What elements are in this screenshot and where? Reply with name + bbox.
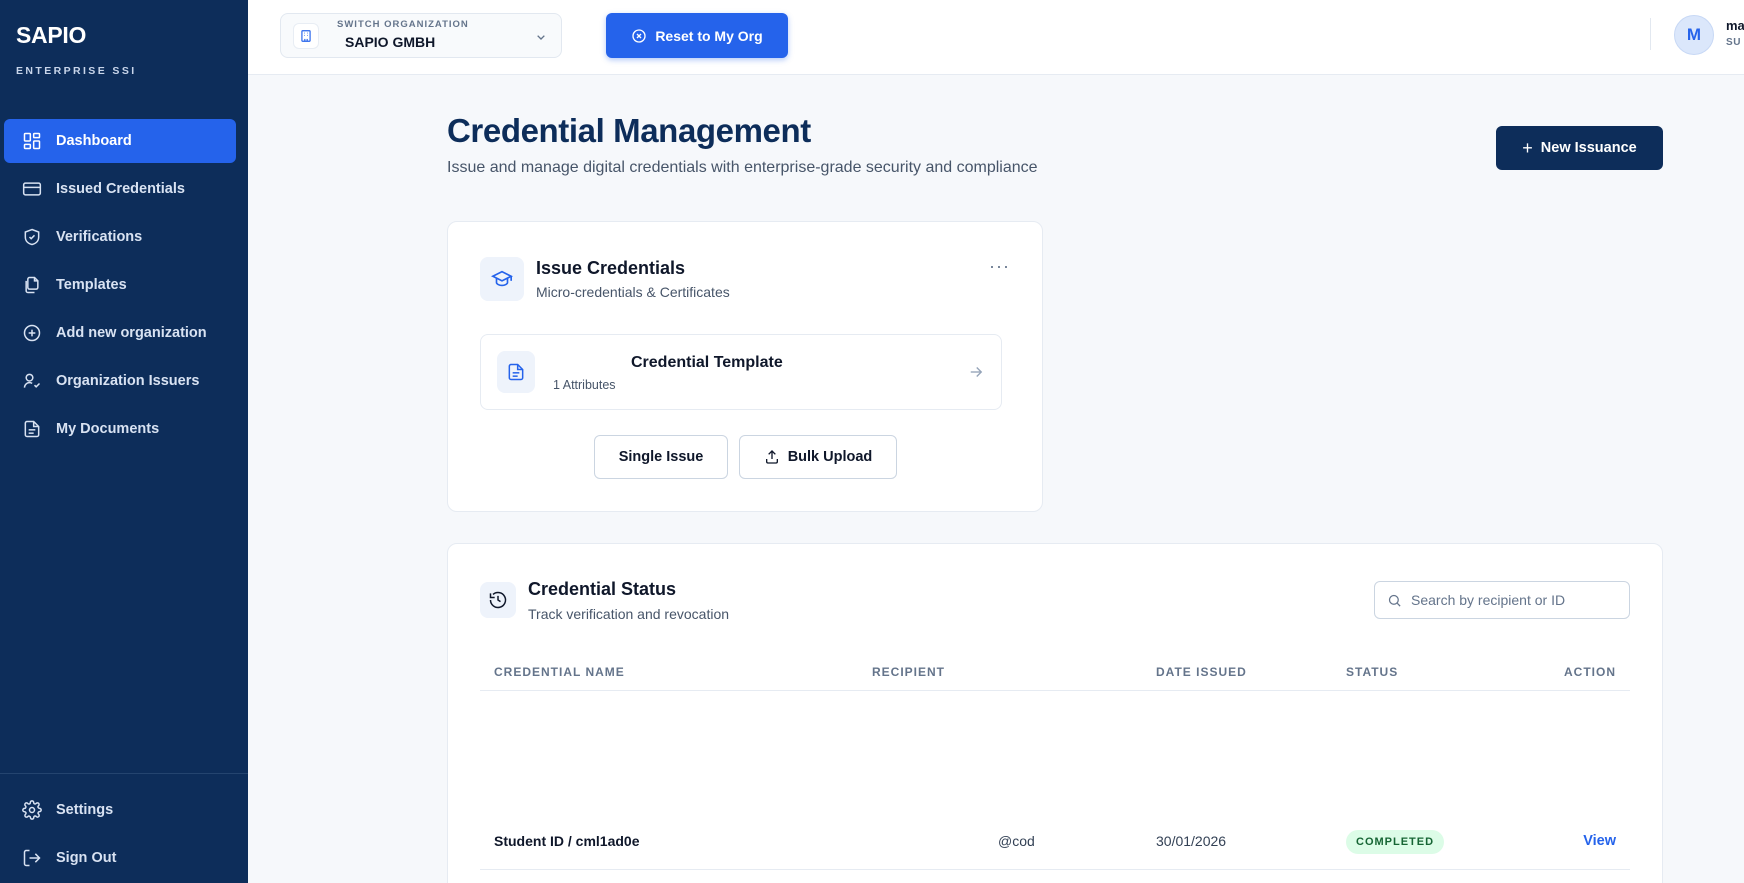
sidebar-item-label: My Documents [56, 421, 160, 437]
organization-switcher[interactable]: SWITCH ORGANIZATION SAPIO GMBH [280, 13, 562, 58]
recipient-cell: @cod [998, 833, 1035, 849]
sidebar-item-label: Settings [56, 802, 114, 818]
column-header-credential-name[interactable]: CREDENTIAL NAME [494, 665, 625, 679]
bulk-upload-button[interactable]: Bulk Upload [739, 435, 897, 479]
sign-out-icon [23, 849, 41, 867]
graduation-cap-icon [480, 257, 524, 301]
search-box [1374, 581, 1630, 619]
sidebar-item-label: Add new organization [56, 325, 207, 341]
dashboard-icon [23, 132, 41, 150]
sidebar-item-settings[interactable]: Settings [4, 788, 236, 832]
upload-icon [765, 450, 778, 464]
organization-switcher-label: SWITCH ORGANIZATION [337, 19, 469, 30]
user-role: SU [1726, 37, 1742, 48]
view-link[interactable]: View [1583, 833, 1616, 849]
plus-circle-icon [23, 324, 41, 342]
history-icon [480, 582, 516, 618]
page-subtitle: Issue and manage digital credentials wit… [447, 159, 1038, 176]
credential-status-title: Credential Status [528, 579, 677, 599]
files-icon [25, 276, 39, 294]
sidebar-item-organization-issuers[interactable]: Organization Issuers [4, 359, 236, 403]
topbar: SWITCH ORGANIZATION SAPIO GMBH Reset to … [248, 0, 1744, 75]
column-header-status[interactable]: STATUS [1346, 665, 1398, 679]
column-header-action: ACTION [1564, 665, 1616, 679]
arrow-right-icon [970, 367, 983, 377]
sidebar-item-label: Sign Out [56, 850, 117, 866]
credential-template-title: Credential Template [631, 354, 783, 371]
shield-check-icon [24, 228, 40, 246]
gear-icon [22, 800, 42, 820]
sidebar-item-issued-credentials[interactable]: Issued Credentials [4, 167, 236, 211]
brand: SAPIO ENTERPRISE SSI [16, 22, 137, 77]
avatar[interactable]: M [1674, 15, 1714, 55]
user-name: ma [1726, 18, 1744, 33]
sidebar-item-templates[interactable]: Templates [4, 263, 236, 307]
plus-icon: + [1522, 137, 1533, 158]
sidebar-bottom-nav: Settings Sign Out [4, 788, 236, 883]
user-check-icon [23, 373, 41, 388]
column-header-recipient[interactable]: RECIPIENT [872, 665, 945, 679]
reset-to-my-org-label: Reset to My Org [655, 27, 763, 44]
credit-card-icon [22, 182, 42, 196]
issue-credentials-title: Issue Credentials [536, 258, 686, 278]
credential-status-card: Credential Status Track verification and… [447, 543, 1663, 883]
sidebar-item-verifications[interactable]: Verifications [4, 215, 236, 259]
document-icon [497, 351, 535, 393]
new-issuance-label: New Issuance [1540, 140, 1637, 156]
sidebar: SAPIO ENTERPRISE SSI Dashboard Issued Cr… [0, 0, 248, 883]
sidebar-nav: Dashboard Issued Credentials Verificatio… [4, 119, 236, 455]
date-issued-cell: 30/01/2026 [1156, 833, 1227, 849]
sidebar-item-label: Dashboard [56, 133, 132, 149]
sidebar-item-add-organization[interactable]: Add new organization [4, 311, 236, 355]
sidebar-item-label: Organization Issuers [56, 373, 200, 389]
document-icon [24, 420, 40, 438]
credential-status-subtitle: Track verification and revocation [528, 606, 730, 622]
reset-to-my-org-button[interactable]: Reset to My Org [606, 13, 788, 58]
credential-template-item[interactable]: Credential Template 1 Attributes [480, 334, 1002, 410]
search-icon [1388, 594, 1401, 607]
topbar-divider [1650, 18, 1651, 50]
brand-tagline: ENTERPRISE SSI [16, 65, 137, 77]
search-input[interactable] [1411, 582, 1621, 618]
sidebar-item-my-documents[interactable]: My Documents [4, 407, 236, 451]
organization-name: SAPIO GMBH [345, 34, 436, 50]
credential-name-cell: Student ID / cml1ad0e [494, 833, 640, 849]
new-issuance-button[interactable]: + New Issuance [1496, 126, 1663, 170]
sidebar-item-label: Issued Credentials [56, 181, 185, 197]
more-options-icon[interactable]: ··· [989, 256, 1010, 277]
brand-logo[interactable]: SAPIO [16, 22, 137, 49]
table-header: CREDENTIAL NAME RECIPIENT DATE ISSUED ST… [480, 659, 1630, 691]
credential-template-attributes: 1 Attributes [553, 378, 616, 392]
chevron-down-icon [537, 35, 545, 40]
issue-credentials-subtitle: Micro-credentials & Certificates [536, 284, 730, 300]
column-header-date-issued[interactable]: DATE ISSUED [1156, 665, 1247, 679]
sidebar-item-sign-out[interactable]: Sign Out [4, 836, 236, 880]
bulk-upload-label: Bulk Upload [787, 449, 873, 465]
sidebar-item-dashboard[interactable]: Dashboard [4, 119, 236, 163]
issue-credentials-card: Issue Credentials Micro-credentials & Ce… [447, 221, 1043, 512]
table-row[interactable]: Student ID / cml1ad0e @cod 30/01/2026 CO… [480, 815, 1630, 870]
sidebar-divider [0, 773, 248, 774]
building-icon [293, 23, 319, 49]
x-circle-icon [632, 28, 646, 43]
page-title: Credential Management [447, 112, 811, 149]
sidebar-item-label: Verifications [56, 229, 143, 245]
sidebar-item-label: Templates [56, 277, 127, 293]
status-badge: COMPLETED [1346, 830, 1445, 854]
single-issue-button[interactable]: Single Issue [594, 435, 728, 479]
